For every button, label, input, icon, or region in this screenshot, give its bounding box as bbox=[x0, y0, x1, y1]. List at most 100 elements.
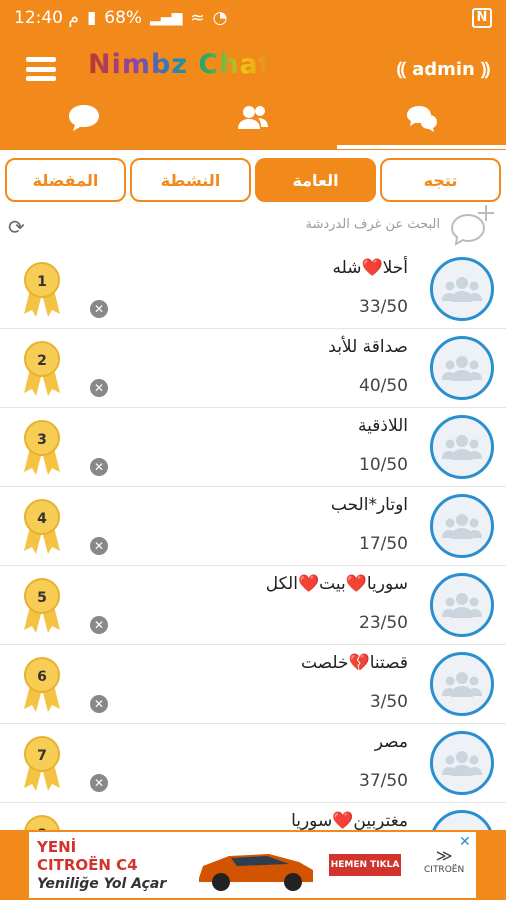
group-icon bbox=[442, 356, 482, 381]
battery-level: 68% bbox=[104, 7, 143, 28]
room-row[interactable]: مغتربين❤️سوريا ✕ 8 bbox=[0, 803, 506, 830]
laurel-right-icon: ⸩ bbox=[480, 59, 490, 80]
room-row[interactable]: أحلا❤️شله 33/50 ✕ 1 bbox=[0, 250, 506, 329]
brand-logo: ≫ CITROËN bbox=[424, 846, 464, 875]
room-row[interactable]: صداقة للأبد 40/50 ✕ 2 bbox=[0, 329, 506, 408]
group-icon bbox=[442, 514, 482, 539]
notification-badge: N bbox=[472, 7, 492, 28]
brand-name: CITROËN bbox=[424, 865, 465, 875]
ad-cta-button[interactable]: HEMEN TIKLA bbox=[329, 854, 401, 876]
rank-medal-icon: 1 bbox=[24, 262, 60, 317]
app-title: Nimbz Chat bbox=[88, 49, 273, 80]
rank-number: 7 bbox=[37, 748, 47, 764]
rank-medal-icon: 2 bbox=[24, 341, 60, 396]
room-row[interactable]: اوتار*الحب 17/50 ✕ 4 bbox=[0, 487, 506, 566]
group-icon bbox=[442, 277, 482, 302]
room-occupancy: 10/50 bbox=[359, 455, 408, 475]
room-occupancy: 3/50 bbox=[369, 692, 408, 712]
ad-banner[interactable]: YENİ CITROËN C4 Yeniliğe Yol Açar HEMEN … bbox=[0, 830, 506, 900]
rank-number: 4 bbox=[37, 511, 47, 527]
chats-icon[interactable] bbox=[405, 103, 439, 137]
room-avatar bbox=[430, 415, 494, 479]
alarm-icon: ◔ bbox=[212, 7, 228, 28]
room-occupancy: 33/50 bbox=[359, 297, 408, 317]
rank-number: 6 bbox=[37, 669, 47, 685]
rank-number: 3 bbox=[37, 432, 47, 448]
user-badge[interactable]: ⸨ admin ⸩ bbox=[397, 57, 490, 81]
room-name: اللاذقية bbox=[358, 416, 408, 436]
room-name: اوتار*الحب bbox=[330, 495, 408, 515]
room-avatar bbox=[430, 336, 494, 400]
signal-icon: ▂▄▆ bbox=[150, 9, 183, 26]
rank-medal-icon: 8 bbox=[24, 815, 60, 830]
room-row[interactable]: اللاذقية 10/50 ✕ 3 bbox=[0, 408, 506, 487]
room-filter-tabs: تتجه العامة النشطة المفضلة bbox=[5, 158, 501, 202]
room-row[interactable]: مصر 37/50 ✕ 7 bbox=[0, 724, 506, 803]
close-icon[interactable]: ✕ bbox=[90, 537, 108, 555]
room-name: سوريا❤️بيت❤️الكل bbox=[265, 574, 408, 594]
room-avatar bbox=[430, 731, 494, 795]
room-avatar bbox=[430, 257, 494, 321]
status-bar: 12:40 م ▮ 68% ▂▄▆ ≈ ◔ N bbox=[0, 0, 506, 35]
room-name: مغتربين❤️سوريا bbox=[291, 811, 408, 830]
tab-trending[interactable]: تتجه bbox=[380, 158, 501, 202]
rank-medal-icon: 5 bbox=[24, 578, 60, 633]
username: admin bbox=[412, 58, 475, 80]
room-name: مصر bbox=[374, 732, 408, 752]
group-icon bbox=[442, 435, 482, 460]
ad-line2: CITROËN C4 bbox=[37, 856, 138, 874]
ad-close-icon[interactable]: ✕ bbox=[459, 834, 471, 850]
room-row[interactable]: سوريا❤️بيت❤️الكل 23/50 ✕ 5 bbox=[0, 566, 506, 645]
chat-bubble-icon[interactable] bbox=[67, 103, 101, 137]
search-input[interactable]: البحث عن غرف الدردشة bbox=[306, 217, 440, 232]
group-icon bbox=[442, 672, 482, 697]
rank-medal-icon: 4 bbox=[24, 499, 60, 554]
rank-medal-icon: 7 bbox=[24, 736, 60, 791]
wifi-icon: ≈ bbox=[190, 7, 205, 28]
ad-line3: Yeniliğe Yol Açar bbox=[37, 876, 167, 892]
tab-public[interactable]: العامة bbox=[255, 158, 376, 202]
close-icon[interactable]: ✕ bbox=[90, 300, 108, 318]
close-icon[interactable]: ✕ bbox=[90, 774, 108, 792]
room-name: قصتنا💔خلصت bbox=[300, 653, 408, 673]
add-chat-icon[interactable] bbox=[448, 203, 496, 249]
room-occupancy: 23/50 bbox=[359, 613, 408, 633]
rank-number: 5 bbox=[37, 590, 47, 606]
room-name: صداقة للأبد bbox=[328, 337, 408, 357]
rank-medal-icon: 3 bbox=[24, 420, 60, 475]
group-icon bbox=[442, 751, 482, 776]
status-time: 12:40 م bbox=[14, 7, 79, 28]
rank-number: 2 bbox=[37, 353, 47, 369]
menu-icon[interactable] bbox=[26, 57, 56, 81]
ad-line1: YENİ bbox=[37, 838, 77, 856]
laurel-left-icon: ⸨ bbox=[396, 59, 407, 80]
search-row: ⟳ البحث عن غرف الدردشة bbox=[0, 205, 506, 249]
room-avatar bbox=[430, 494, 494, 558]
rank-medal-icon: 6 bbox=[24, 657, 60, 712]
room-avatar bbox=[430, 573, 494, 637]
active-tab-indicator bbox=[337, 145, 506, 149]
app-bar: Nimbz Chat ⸨ admin ⸩ bbox=[0, 35, 506, 150]
car-image bbox=[199, 854, 313, 891]
users-icon[interactable] bbox=[236, 103, 270, 137]
group-icon bbox=[442, 593, 482, 618]
battery-icon: ▮ bbox=[86, 7, 97, 28]
room-occupancy: 40/50 bbox=[359, 376, 408, 396]
close-icon[interactable]: ✕ bbox=[90, 695, 108, 713]
room-avatar bbox=[430, 810, 494, 830]
rank-number: 1 bbox=[37, 274, 47, 290]
refresh-icon[interactable]: ⟳ bbox=[8, 215, 25, 239]
close-icon[interactable]: ✕ bbox=[90, 379, 108, 397]
tab-favorites[interactable]: المفضلة bbox=[5, 158, 126, 202]
nav-tabs bbox=[0, 97, 506, 142]
room-occupancy: 17/50 bbox=[359, 534, 408, 554]
room-avatar bbox=[430, 652, 494, 716]
ad-content[interactable]: YENİ CITROËN C4 Yeniliğe Yol Açar HEMEN … bbox=[29, 832, 476, 898]
room-name: أحلا❤️شله bbox=[332, 258, 408, 278]
room-row[interactable]: قصتنا💔خلصت 3/50 ✕ 6 bbox=[0, 645, 506, 724]
room-occupancy: 37/50 bbox=[359, 771, 408, 791]
tab-active[interactable]: النشطة bbox=[130, 158, 251, 202]
close-icon[interactable]: ✕ bbox=[90, 458, 108, 476]
close-icon[interactable]: ✕ bbox=[90, 616, 108, 634]
room-list: أحلا❤️شله 33/50 ✕ 1 صداقة للأبد 40/50 ✕ … bbox=[0, 250, 506, 830]
